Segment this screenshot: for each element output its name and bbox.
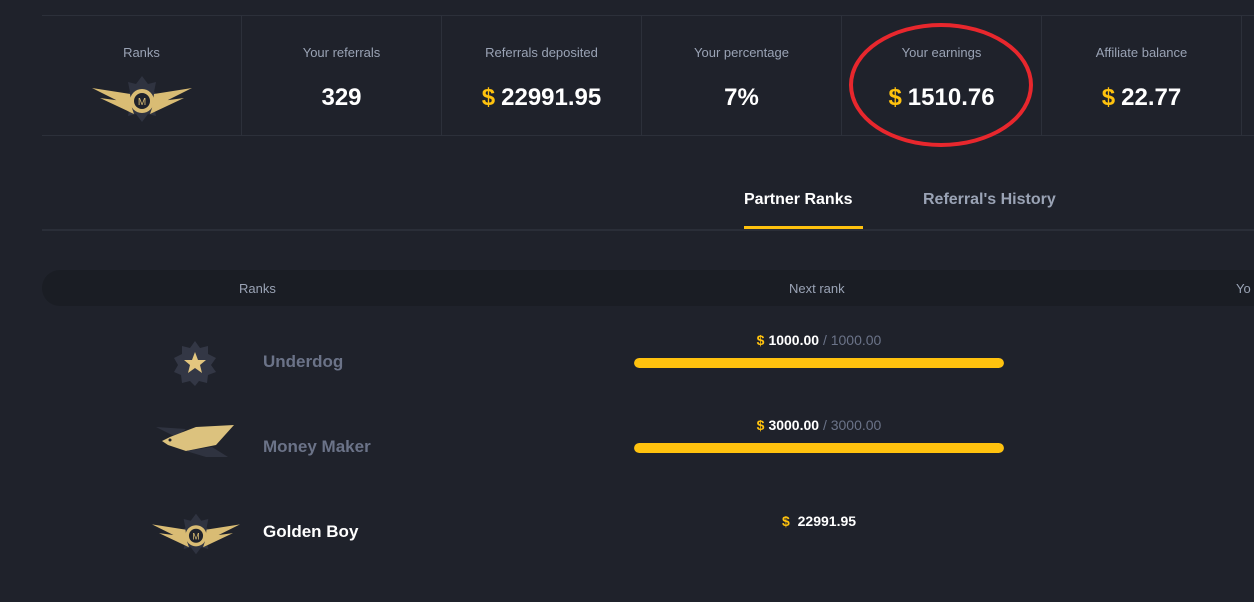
stat-ranks: Ranks M	[42, 16, 242, 135]
stat-label: Your percentage	[694, 45, 789, 60]
header-next-rank: Next rank	[789, 281, 845, 296]
dollar-icon: $	[1101, 84, 1116, 111]
stat-percentage: Your percentage 7%	[642, 16, 842, 135]
table-row: Money Maker $3000.00 / 3000.00	[0, 417, 1254, 517]
progress-bar	[634, 443, 1004, 453]
stat-referrals: Your referrals 329	[242, 16, 442, 135]
rank-progress-text: $ 22991.95	[634, 513, 1004, 529]
progress-fill	[634, 443, 1004, 453]
tabs-divider	[42, 229, 1254, 231]
winged-emblem-icon: M	[152, 513, 240, 555]
stat-amount: 22991.95	[501, 84, 602, 111]
stat-label: Ranks	[123, 45, 160, 60]
rank-name: Golden Boy	[263, 522, 359, 541]
stat-amount: 22.77	[1121, 84, 1182, 111]
dollar-icon: $	[481, 84, 496, 111]
rank-progress-text: $1000.00 / 1000.00	[634, 332, 1004, 348]
stat-label: Referrals deposited	[485, 45, 598, 60]
progress-target: / 3000.00	[822, 417, 882, 433]
stat-value: $22.77	[1042, 84, 1241, 112]
rank-name: Underdog	[263, 352, 344, 371]
stat-value: 329	[321, 84, 362, 111]
eagle-icon	[156, 425, 234, 457]
stat-affiliate-balance: Affiliate balance $22.77	[1042, 16, 1242, 135]
table-row: Underdog $1000.00 / 1000.00	[0, 332, 1254, 432]
dollar-icon: $	[756, 417, 765, 433]
rank-name: Money Maker	[263, 437, 371, 456]
progress-fill	[634, 358, 1004, 368]
stat-value: 7%	[724, 84, 759, 111]
dollar-icon: $	[781, 513, 790, 529]
golden-boy-rank-icon: M	[92, 76, 192, 122]
tab-referrals-history[interactable]: Referral's History	[923, 191, 1056, 209]
dollar-icon: $	[756, 332, 765, 348]
stat-referrals-deposited: Referrals deposited $22991.95	[442, 16, 642, 135]
stat-extra	[1242, 16, 1254, 135]
header-your: Yo	[1236, 281, 1251, 296]
progress-target: / 1000.00	[822, 332, 882, 348]
tab-partner-ranks[interactable]: Partner Ranks	[744, 191, 853, 209]
star-badge-icon	[174, 341, 216, 386]
progress-current: 1000.00	[768, 332, 820, 348]
progress-current: 3000.00	[768, 417, 820, 433]
stat-label: Affiliate balance	[1095, 45, 1188, 60]
stat-value: $22991.95	[442, 84, 641, 112]
svg-text:M: M	[192, 531, 199, 541]
stat-label: Your referrals	[302, 45, 381, 60]
header-ranks: Ranks	[239, 281, 276, 296]
rank-progress-text: $3000.00 / 3000.00	[634, 417, 1004, 433]
highlight-circle-annotation	[849, 23, 1033, 147]
table-header: Ranks Next rank Yo	[42, 270, 1254, 306]
table-row: M Golden Boy $ 22991.95	[0, 513, 1254, 602]
svg-text:M: M	[138, 97, 146, 108]
progress-current: 22991.95	[797, 513, 857, 529]
stats-bar: Ranks M Your referrals 329 Referrals dep…	[42, 15, 1254, 136]
progress-bar	[634, 358, 1004, 368]
